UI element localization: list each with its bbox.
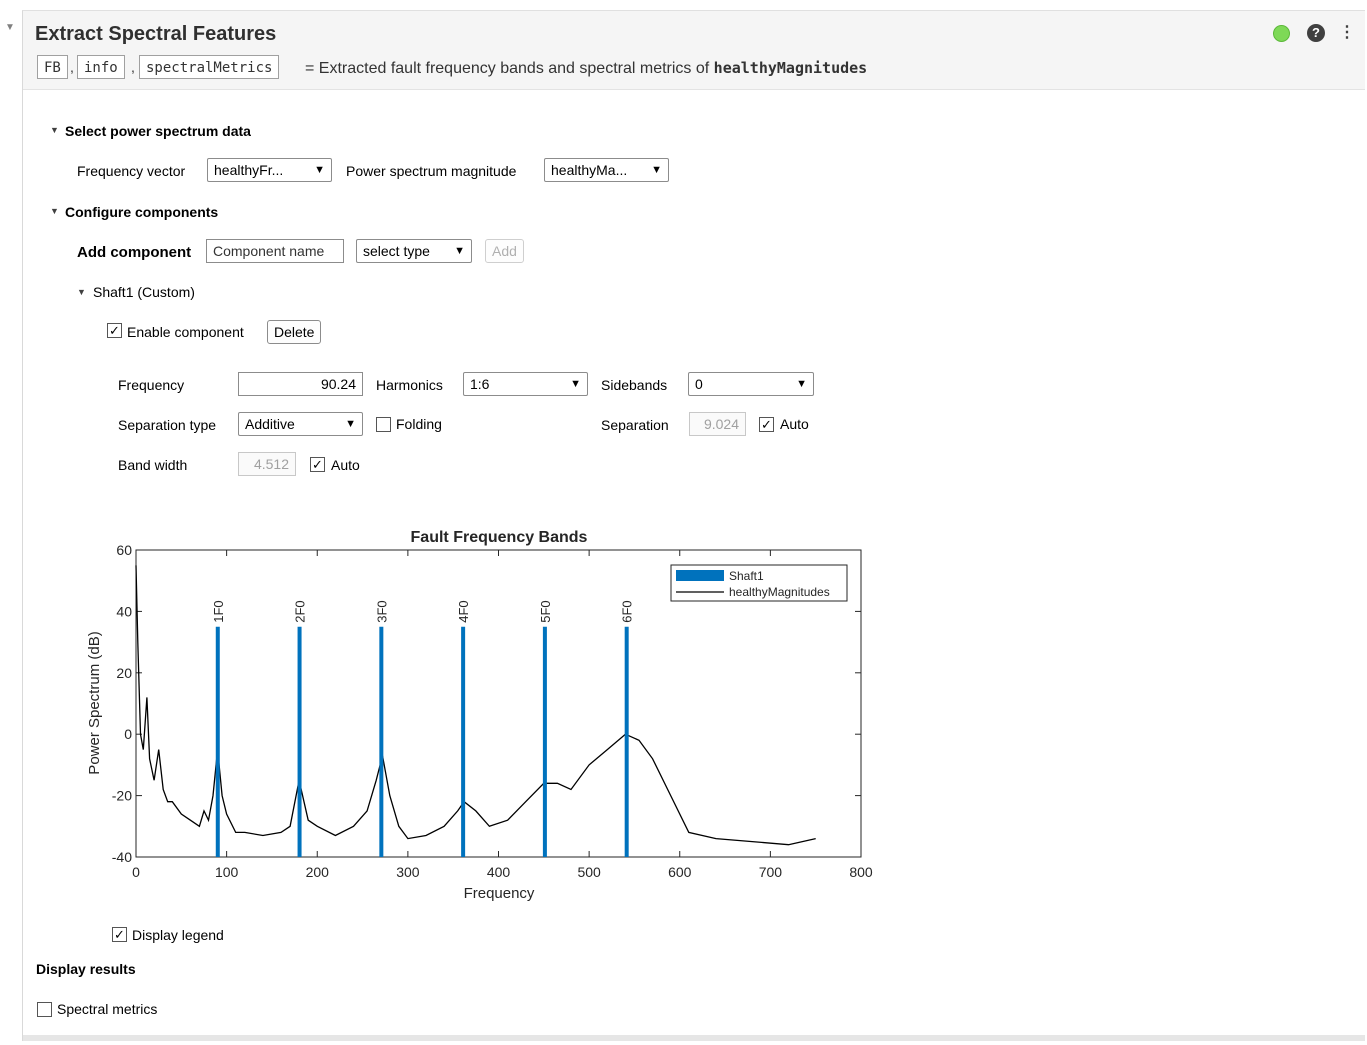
separation-auto-label: Auto — [780, 416, 809, 432]
component-name-input[interactable]: Component name — [206, 239, 344, 263]
task-collapse-icon[interactable]: ▼ — [5, 22, 15, 33]
fault-band-label: 4F0 — [456, 600, 471, 622]
power-spectrum-magnitude-label: Power spectrum magnitude — [346, 163, 517, 179]
harmonics-dropdown[interactable]: 1:6 ▼ — [463, 372, 588, 396]
spectral-metrics-label: Spectral metrics — [57, 1001, 158, 1017]
component-frequency-label: Frequency — [118, 377, 185, 393]
folding-checkbox[interactable] — [376, 417, 391, 432]
fault-band-label: 1F0 — [211, 600, 226, 622]
x-tick-label: 0 — [132, 864, 140, 880]
add-component-button[interactable]: Add — [485, 239, 524, 263]
component-frequency-input[interactable]: 90.24 — [238, 372, 363, 396]
separation-type-dropdown[interactable]: Additive ▼ — [238, 412, 363, 436]
power-spectrum-magnitude-dropdown[interactable]: healthyMa... ▼ — [544, 158, 669, 182]
task-title: Extract Spectral Features — [35, 23, 277, 45]
fault-band-label: 3F0 — [374, 600, 389, 622]
sidebands-dropdown[interactable]: 0 ▼ — [688, 372, 814, 396]
plot-area: 0 100 200 300 400 500 600 700 800 -40 -20 0 20 40 60 1F… — [112, 542, 873, 880]
harmonics-value: 1:6 — [470, 376, 490, 392]
x-tick-label: 400 — [487, 864, 511, 880]
output-separator: , — [131, 59, 135, 75]
status-ok-icon — [1273, 25, 1290, 42]
chevron-down-icon: ▼ — [454, 245, 465, 257]
x-tick-label: 300 — [396, 864, 420, 880]
output-var-fb[interactable]: FB — [37, 55, 68, 79]
task-summary: = Extracted fault frequency bands and sp… — [305, 59, 867, 78]
x-axis-label: Frequency — [464, 885, 535, 902]
frequency-vector-label: Frequency vector — [77, 163, 186, 179]
delete-component-button[interactable]: Delete — [267, 320, 322, 344]
panel-footer — [23, 1035, 1365, 1041]
chevron-down-icon: ▼ — [314, 164, 325, 176]
x-tick-label: 600 — [668, 864, 692, 880]
legend-swatch-shaft — [676, 570, 724, 581]
task-summary-var: healthyMagnitudes — [713, 59, 868, 77]
harmonics-label: Harmonics — [376, 377, 443, 393]
enable-component-checkbox[interactable]: ✓ — [107, 323, 122, 338]
legend-entry-shaft: Shaft1 — [729, 569, 764, 583]
display-legend-checkbox[interactable]: ✓ — [112, 927, 127, 942]
x-tick-label: 200 — [306, 864, 330, 880]
more-options-icon[interactable]: ⋮ — [1339, 22, 1355, 42]
display-results-title: Display results — [36, 961, 136, 977]
y-tick-label: -20 — [112, 788, 132, 804]
fault-band-label: 2F0 — [293, 600, 308, 622]
fault-band-label: 6F0 — [620, 600, 635, 622]
output-separator: , — [70, 59, 74, 75]
sidebands-label: Sidebands — [601, 377, 668, 393]
help-icon[interactable]: ? — [1307, 24, 1325, 42]
chevron-down-icon: ▼ — [345, 418, 356, 430]
y-tick-label: 0 — [124, 726, 132, 742]
display-legend-label: Display legend — [132, 927, 224, 943]
component-collapse-icon[interactable]: ▼ — [77, 287, 86, 297]
separation-label: Separation — [601, 417, 669, 433]
section-configure-title[interactable]: Configure components — [65, 204, 218, 220]
component-type-value: select type — [363, 243, 430, 259]
component-title[interactable]: Shaft1 (Custom) — [93, 284, 195, 300]
add-component-label: Add component — [77, 244, 192, 261]
section-select-data-title[interactable]: Select power spectrum data — [65, 123, 251, 139]
power-spectrum-magnitude-value: healthyMa... — [551, 162, 628, 178]
frequency-vector-dropdown[interactable]: healthyFr... ▼ — [207, 158, 332, 182]
fault-band-label: 5F0 — [538, 600, 553, 622]
folding-label: Folding — [396, 416, 442, 432]
chart-title: Fault Frequency Bands — [411, 529, 588, 546]
chevron-down-icon: ▼ — [651, 164, 662, 176]
spectral-metrics-checkbox[interactable] — [37, 1002, 52, 1017]
section-collapse-icon[interactable]: ▼ — [50, 206, 59, 216]
sidebands-value: 0 — [695, 376, 703, 392]
output-var-spectral-metrics[interactable]: spectralMetrics — [139, 55, 280, 79]
chevron-down-icon: ▼ — [796, 378, 807, 390]
separation-type-value: Additive — [245, 416, 295, 432]
y-tick-label: 60 — [116, 542, 132, 558]
bandwidth-input[interactable]: 4.512 — [238, 452, 296, 476]
separation-type-label: Separation type — [118, 417, 217, 433]
separation-input[interactable]: 9.024 — [689, 412, 746, 436]
x-tick-label: 700 — [759, 864, 783, 880]
section-collapse-icon[interactable]: ▼ — [50, 125, 59, 135]
y-tick-label: -40 — [112, 849, 132, 865]
chevron-down-icon: ▼ — [570, 378, 581, 390]
task-summary-text: = Extracted fault frequency bands and sp… — [305, 60, 710, 77]
bandwidth-auto-label: Auto — [331, 457, 360, 473]
component-type-dropdown[interactable]: select type ▼ — [356, 239, 472, 263]
enable-component-label: Enable component — [127, 324, 244, 340]
y-tick-label: 40 — [116, 603, 132, 619]
x-tick-label: 100 — [215, 864, 239, 880]
fault-frequency-bands-chart: Fault Frequency Bands Frequency Power Sp… — [86, 529, 873, 902]
output-var-info[interactable]: info — [77, 55, 125, 79]
separation-auto-checkbox[interactable]: ✓ — [759, 417, 774, 432]
y-axis-label: Power Spectrum (dB) — [86, 631, 103, 774]
frequency-vector-value: healthyFr... — [214, 162, 284, 178]
bandwidth-auto-checkbox[interactable]: ✓ — [310, 457, 325, 472]
legend-entry-spectrum: healthyMagnitudes — [729, 585, 830, 599]
x-tick-label: 500 — [577, 864, 601, 880]
x-tick-label: 800 — [849, 864, 873, 880]
bandwidth-label: Band width — [118, 457, 188, 473]
y-tick-label: 20 — [116, 665, 132, 681]
